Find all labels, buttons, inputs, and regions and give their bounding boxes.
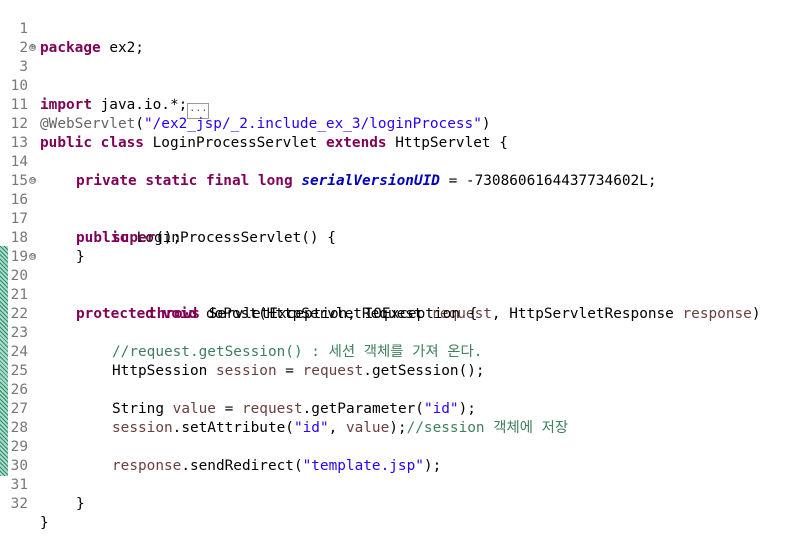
keyword: long	[257, 173, 293, 189]
code-line-16[interactable]: 16 ⊖ public LoginProcessServlet() {	[0, 172, 336, 247]
code-token: , HttpServletResponse	[491, 306, 683, 322]
code-text[interactable]: HttpSession session = request.getSession…	[112, 362, 485, 381]
code-comment[interactable]: //request.getSession() : 세션 객체를 가져 온다.	[112, 343, 482, 362]
local-variable: session	[112, 420, 173, 436]
code-text[interactable]: @WebServlet("/ex2_jsp/_2.include_ex_3/lo…	[40, 115, 491, 134]
keyword: throws	[148, 306, 200, 322]
code-token: java.io.*;	[91, 97, 188, 113]
local-variable: request	[302, 363, 364, 379]
code-line-26[interactable]: 26 String value = request.getParameter("…	[0, 362, 476, 417]
string-literal: "/ex2_jsp/_2.include_ex_3/loginProcess"	[143, 116, 482, 132]
keyword: final	[205, 173, 250, 189]
code-text[interactable]: package ex2;	[40, 39, 144, 58]
code-token: ex2;	[100, 40, 144, 56]
code-line-25[interactable]: 25	[0, 343, 35, 379]
code-token: .setAttribute(	[172, 420, 294, 436]
code-token: ,	[328, 420, 346, 436]
keyword: class	[100, 135, 144, 151]
local-variable: response	[112, 458, 182, 474]
code-token: );	[423, 458, 442, 474]
code-comment: //session 객체에 저장	[406, 420, 569, 436]
code-token: )	[481, 116, 491, 132]
code-text[interactable]: private static final long serialVersionU…	[76, 172, 657, 191]
code-text[interactable]: }	[76, 248, 85, 267]
collapse-fold-icon[interactable]: ⊖	[29, 253, 36, 260]
code-token: LoginProcessServlet	[143, 135, 326, 151]
code-token: =	[276, 363, 303, 379]
keyword: private	[76, 173, 137, 189]
keyword: import	[40, 97, 92, 113]
code-text[interactable]: throws ServletException, IOException {	[148, 305, 477, 324]
local-variable: value	[172, 401, 216, 417]
parameter: response	[682, 306, 752, 322]
keyword: package	[40, 40, 101, 56]
code-line-28[interactable]: 28	[0, 400, 35, 436]
code-text[interactable]: super();	[112, 229, 181, 248]
code-line-24[interactable]: 24 HttpSession session = request.getSess…	[0, 324, 485, 379]
line-number: 32	[10, 496, 28, 512]
code-token: HttpServlet {	[386, 135, 508, 151]
code-token: =	[215, 401, 242, 417]
keyword: super	[112, 230, 156, 246]
code-line-29[interactable]: 29 response.sendRedirect("template.jsp")…	[0, 419, 442, 474]
code-line-22[interactable]: 22	[0, 286, 35, 322]
code-token: .getParameter(	[302, 401, 424, 417]
code-line-11[interactable]: 11 @WebServlet("/ex2_jsp/_2.include_ex_3…	[0, 77, 491, 132]
code-token: = -7308606164437734602L;	[439, 173, 657, 189]
code-line-20[interactable]: 20 ⊖ protected void doPost(HttpServletRe…	[0, 248, 761, 323]
code-token: .getSession();	[363, 363, 485, 379]
code-line-10[interactable]: 10	[0, 58, 35, 94]
code-text[interactable]: public class LoginProcessServlet extends…	[40, 134, 508, 153]
collapse-fold-icon[interactable]: ⊖	[29, 177, 36, 184]
code-line-23[interactable]: 23 //request.getSession() : 세션 객체를 가져 온다…	[0, 305, 483, 360]
code-token: (	[135, 116, 144, 132]
local-variable: session	[215, 363, 277, 379]
code-line-3[interactable]: 3 ⊕ import java.io.*;...	[0, 39, 210, 119]
code-line-18[interactable]: 18 }	[0, 210, 85, 265]
code-line-12[interactable]: 12 public class LoginProcessServlet exte…	[0, 96, 508, 151]
keyword: protected	[76, 306, 154, 322]
code-line-19[interactable]: 19	[0, 229, 35, 265]
code-line-30[interactable]: 30	[0, 438, 35, 474]
code-line-31[interactable]: 31 }	[0, 457, 85, 512]
code-line-21[interactable]: 21 throws ServletException, IOException …	[0, 267, 478, 322]
annotation: @WebServlet	[40, 116, 136, 132]
expand-fold-icon[interactable]: ⊕	[29, 44, 36, 51]
string-literal: "id"	[423, 401, 459, 417]
code-text[interactable]: session.setAttribute("id", value);//sess…	[112, 419, 568, 438]
code-line-13[interactable]: 13	[0, 115, 35, 151]
code-editor[interactable]: 1 package ex2; 2 3 ⊕ import java.io.*;..…	[0, 0, 793, 531]
keyword: extends	[325, 135, 387, 151]
code-line-32[interactable]: 32 }	[0, 476, 49, 531]
code-line-27[interactable]: 27 session.setAttribute("id", value);//s…	[0, 381, 568, 436]
code-token: )	[751, 306, 761, 322]
static-field: serialVersionUID	[301, 173, 440, 189]
code-token: String	[112, 401, 173, 417]
code-text[interactable]: response.sendRedirect("template.jsp");	[112, 457, 441, 476]
code-line-1[interactable]: 1 package ex2;	[0, 1, 144, 56]
keyword: static	[145, 173, 198, 189]
code-text[interactable]: String value = request.getParameter("id"…	[112, 400, 476, 419]
code-token: HttpSession	[112, 363, 216, 379]
local-variable: request	[241, 401, 303, 417]
code-line-14[interactable]: 14 private static final long serialVersi…	[0, 134, 657, 189]
string-literal: "id"	[293, 420, 329, 436]
code-token: );	[458, 401, 476, 417]
local-variable: value	[345, 420, 390, 436]
code-token: );	[389, 420, 407, 436]
code-text[interactable]: }	[40, 514, 49, 533]
code-line-17[interactable]: 17 super();	[0, 191, 182, 246]
string-literal: "template.jsp"	[302, 458, 424, 474]
code-line-15[interactable]: 15	[0, 153, 35, 189]
keyword: public	[40, 135, 92, 151]
code-token: ();	[155, 230, 182, 246]
code-token: ServletException, IOException {	[199, 306, 478, 322]
code-token: .sendRedirect(	[181, 458, 303, 474]
code-line-2[interactable]: 2	[0, 20, 35, 56]
code-text[interactable]: }	[76, 495, 85, 514]
